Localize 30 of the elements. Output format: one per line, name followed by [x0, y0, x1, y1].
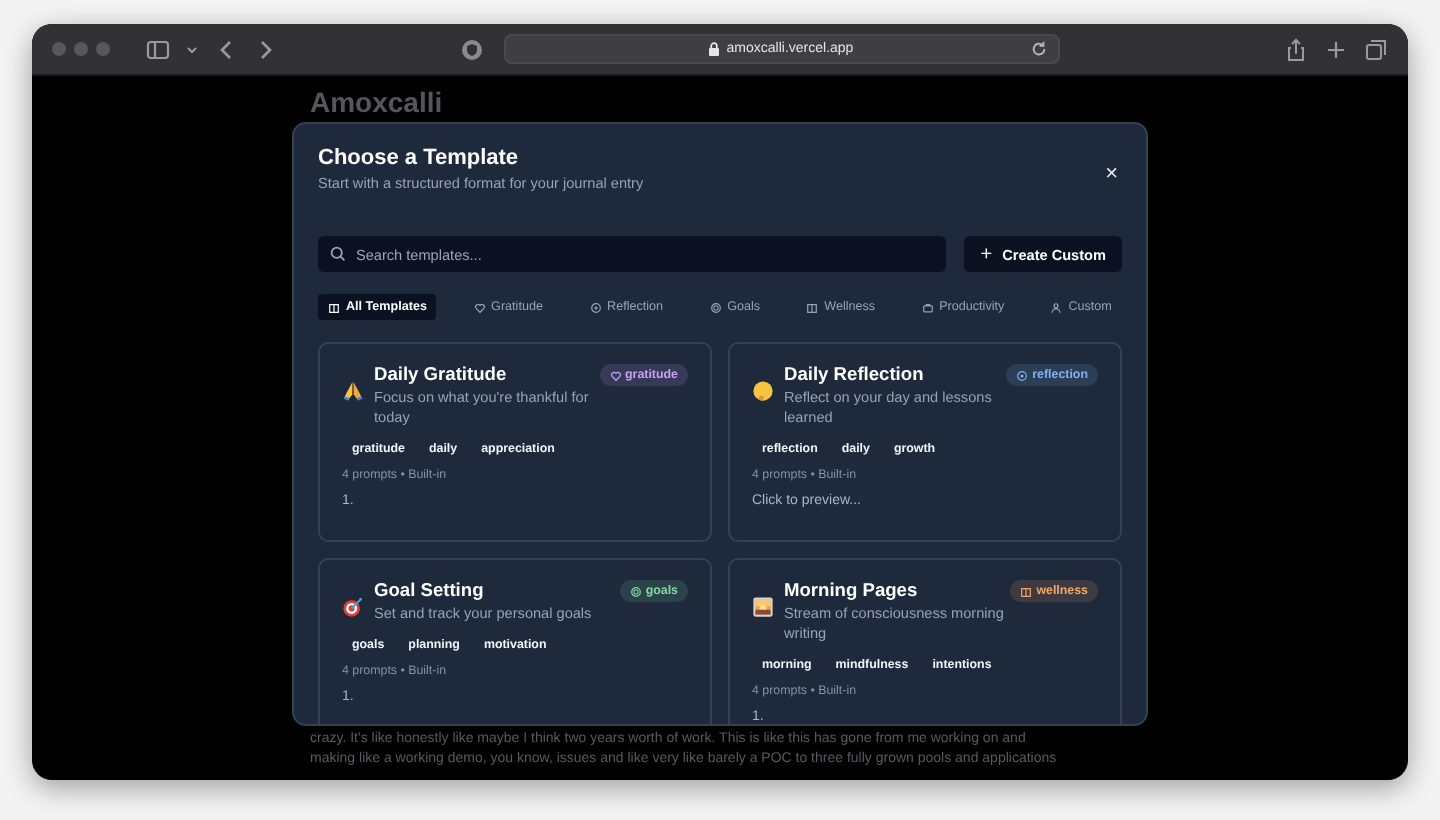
sidebar-icon[interactable] [146, 37, 170, 61]
target-icon [709, 301, 722, 313]
reload-icon[interactable] [1029, 40, 1047, 58]
praying-hands-icon [342, 380, 364, 402]
book-icon [806, 301, 819, 313]
share-icon[interactable] [1284, 37, 1308, 61]
target-icon [342, 596, 364, 618]
heart-icon [609, 369, 622, 381]
tabs-icon[interactable] [1364, 37, 1388, 61]
sunrise-icon [752, 596, 774, 618]
close-button[interactable]: × [1105, 162, 1118, 186]
emoji-icon [752, 380, 774, 402]
template-title: Morning Pages [784, 580, 920, 600]
template-title: Goal Setting [374, 580, 486, 600]
plus-icon[interactable] [1324, 37, 1348, 61]
shield-icon[interactable] [459, 37, 483, 61]
target-icon [629, 585, 642, 597]
search-icon [330, 246, 346, 262]
circle-icon [1016, 369, 1029, 381]
heart-icon [473, 301, 486, 313]
lock-icon [708, 42, 721, 56]
briefcase-icon [921, 301, 934, 313]
person-icon [1050, 301, 1063, 313]
circle-icon [589, 301, 602, 313]
dialog-title: Choose a Template [318, 146, 521, 170]
page-title: Amoxcalli [310, 88, 445, 118]
template-title: Daily Gratitude [374, 364, 509, 384]
template-title: Daily Reflection [784, 364, 926, 384]
book-icon [328, 301, 340, 313]
book-icon [1020, 585, 1033, 597]
